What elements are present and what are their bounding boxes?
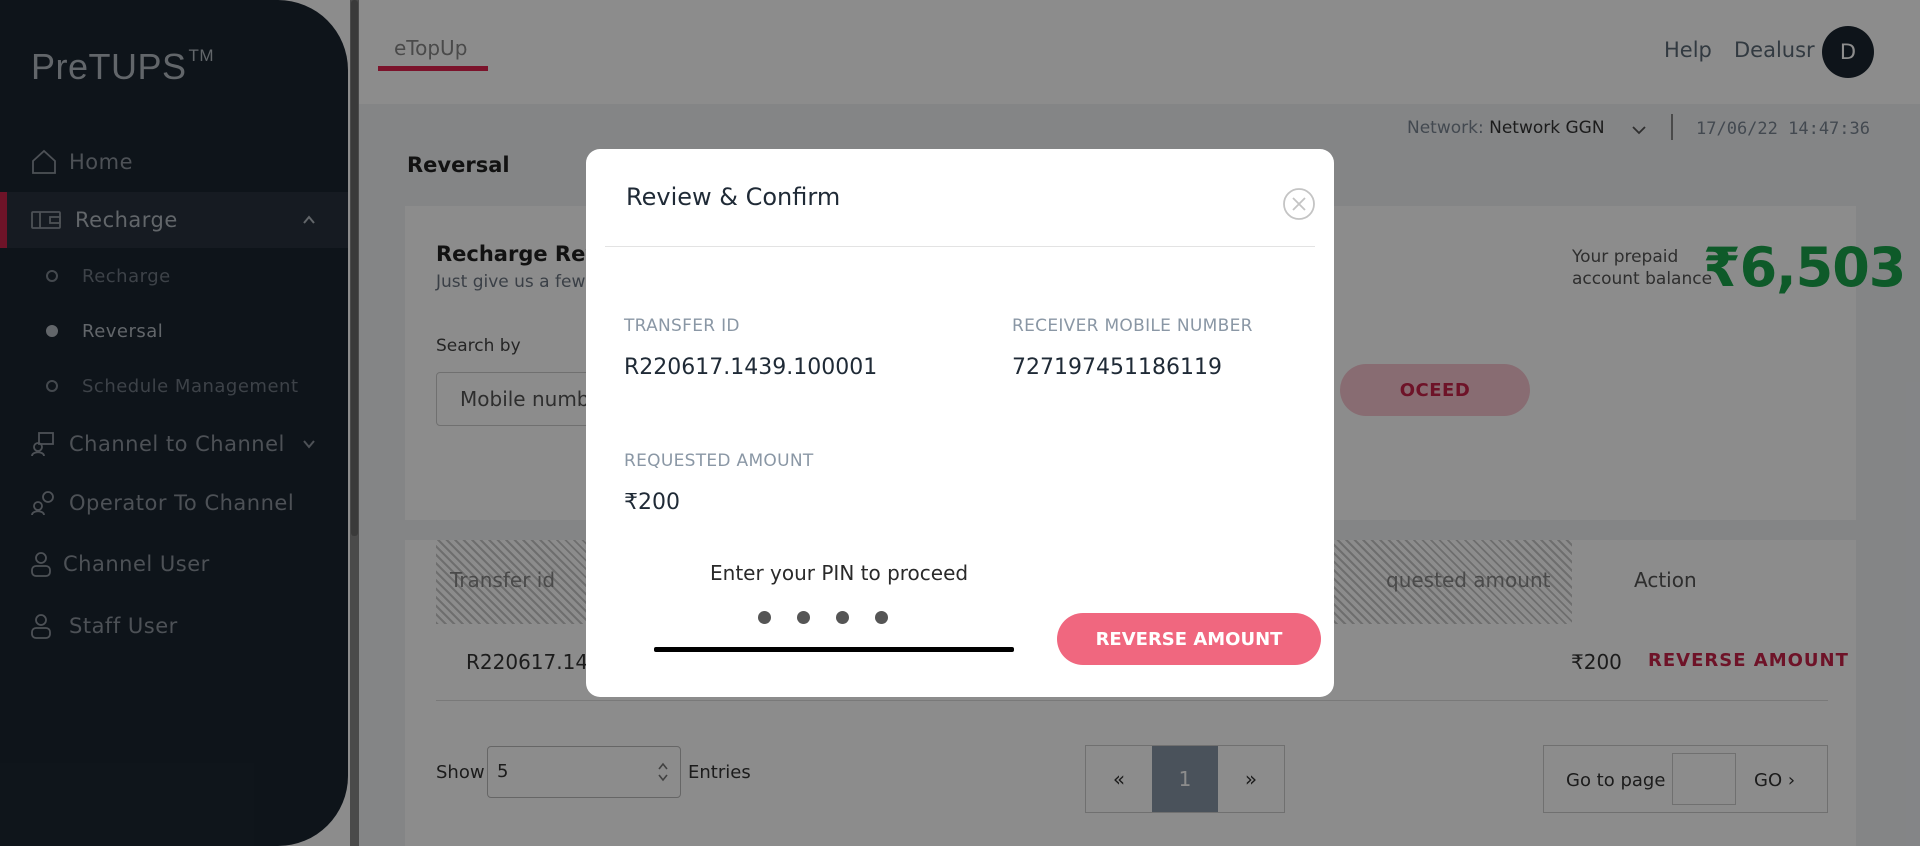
pin-underline (654, 647, 1014, 652)
pin-dot (836, 611, 849, 624)
dialog-title: Review & Confirm (626, 183, 841, 211)
receiver-mobile-label: RECEIVER MOBILE NUMBER (1012, 316, 1253, 336)
requested-amount-value: ₹200 (624, 490, 680, 515)
transfer-id-value: R220617.1439.100001 (624, 355, 878, 380)
dialog-divider (605, 246, 1315, 247)
pin-dot (875, 611, 888, 624)
reverse-amount-button[interactable]: REVERSE AMOUNT (1057, 613, 1321, 665)
pin-input[interactable] (654, 605, 1014, 652)
review-confirm-dialog: Review & Confirm TRANSFER ID R220617.143… (586, 149, 1334, 697)
pin-dots (758, 611, 888, 624)
receiver-mobile-value: 727197451186119 (1012, 355, 1222, 380)
transfer-id-label: TRANSFER ID (624, 316, 740, 336)
requested-amount-label: REQUESTED AMOUNT (624, 451, 814, 471)
pin-label: Enter your PIN to proceed (710, 561, 969, 585)
pin-dot (758, 611, 771, 624)
close-icon[interactable] (1282, 187, 1316, 221)
pin-dot (797, 611, 810, 624)
